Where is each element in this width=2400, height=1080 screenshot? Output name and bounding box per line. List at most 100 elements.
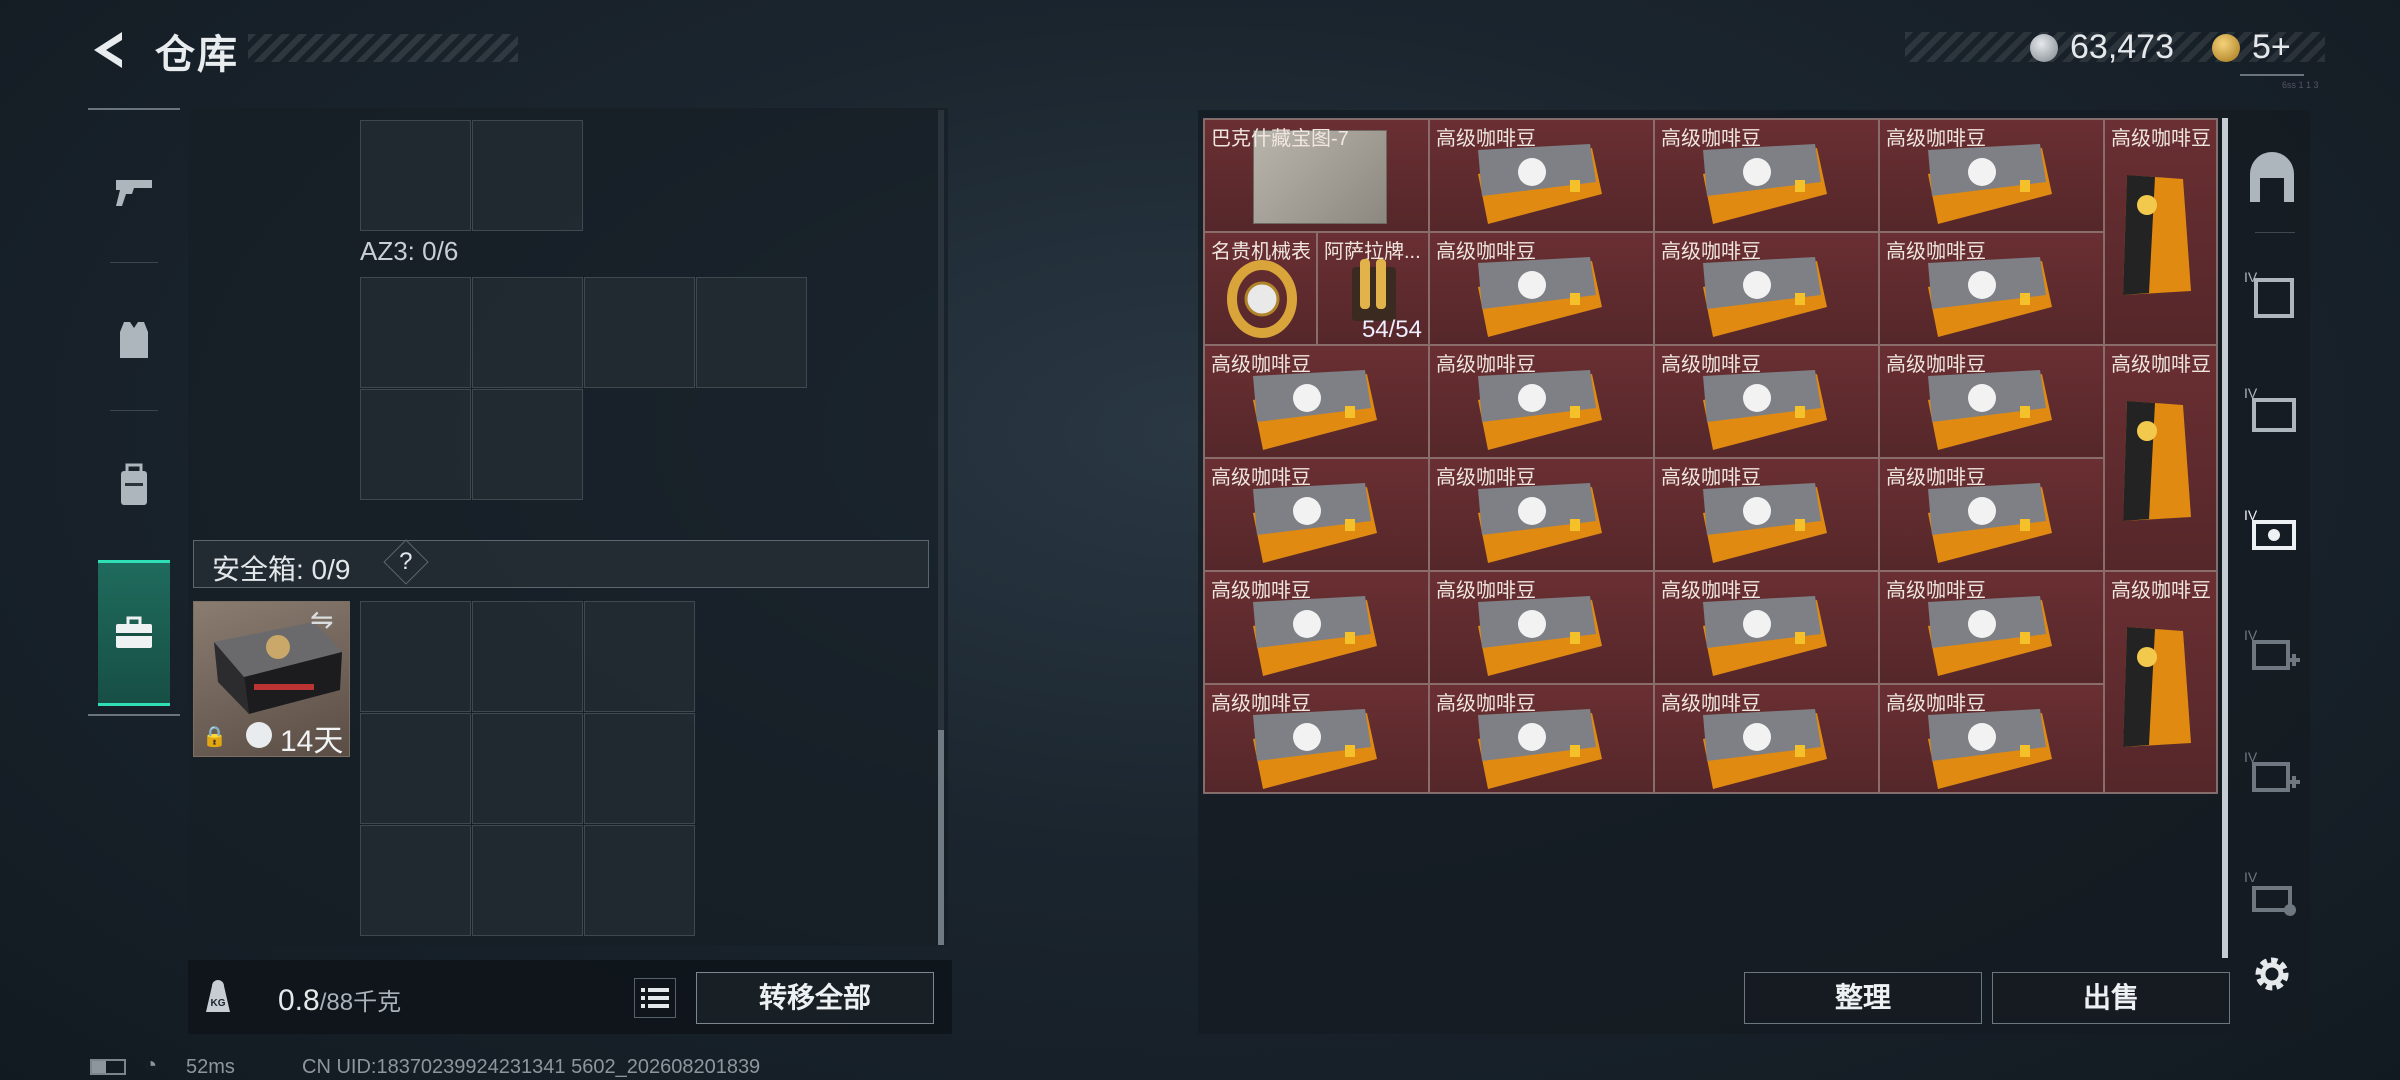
rig-slot[interactable] <box>584 277 695 388</box>
coffee-bag-icon <box>1703 596 1827 676</box>
swap-icon[interactable]: ⇋ <box>310 603 333 636</box>
storage-locked-icon[interactable]: IV <box>2240 862 2304 926</box>
tab-secure-case[interactable] <box>98 560 170 706</box>
backpack-icon <box>121 463 147 505</box>
item-label: 高级咖啡豆 <box>2111 128 2211 150</box>
rig-slot[interactable] <box>360 389 471 500</box>
coffee-bag-icon <box>1928 483 2052 563</box>
rig-slot[interactable] <box>696 277 807 388</box>
item-coffee-beans[interactable]: 高级咖啡豆 <box>1654 232 1879 345</box>
item-coffee-beans-tall[interactable]: 高级咖啡豆 <box>2104 571 2217 793</box>
back-arrow-icon[interactable] <box>88 28 132 72</box>
item-coffee-beans[interactable]: 高级咖啡豆 <box>1429 571 1654 684</box>
watch-icon <box>1227 260 1297 338</box>
storage-slot[interactable] <box>472 120 583 231</box>
item-coffee-beans[interactable]: 高级咖啡豆 <box>1654 119 1879 232</box>
equipment-scroll-thumb[interactable] <box>938 730 944 945</box>
coffee-bag-icon <box>1478 596 1602 676</box>
coffee-bag-icon <box>1928 257 2052 337</box>
transfer-all-button[interactable]: 转移全部 <box>696 972 934 1024</box>
coffee-bag-icon <box>1928 709 2052 789</box>
item-coffee-beans[interactable]: 高级咖啡豆 <box>1204 345 1429 458</box>
coffee-bag-icon <box>1478 483 1602 563</box>
rig-slot[interactable] <box>472 277 583 388</box>
warehouse-scrollbar[interactable] <box>2222 118 2228 958</box>
safe-box-slot[interactable] <box>584 825 695 936</box>
item-coffee-beans[interactable]: 高级咖啡豆 <box>1204 684 1429 793</box>
item-coffee-beans-tall[interactable]: 高级咖啡豆 <box>2104 345 2217 571</box>
item-ammo[interactable]: 阿萨拉牌... 54/54 <box>1317 232 1429 345</box>
safe-box-slot[interactable] <box>584 713 695 824</box>
item-coffee-beans[interactable]: 高级咖啡豆 <box>1429 232 1654 345</box>
item-coffee-beans-tall[interactable]: 高级咖啡豆 <box>2104 119 2217 345</box>
item-coffee-beans[interactable]: 高级咖啡豆 <box>1879 571 2104 684</box>
coffee-bag-icon <box>1928 370 2052 450</box>
item-coffee-beans[interactable]: 高级咖啡豆 <box>1429 458 1654 571</box>
ammo-count: 54/54 <box>1361 316 1422 343</box>
storage-slot[interactable] <box>360 120 471 231</box>
add-storage-icon[interactable]: IV <box>2240 620 2304 684</box>
svg-text:KG: KG <box>211 998 226 1009</box>
item-coffee-beans[interactable]: 高级咖啡豆 <box>1204 571 1429 684</box>
network-ping: 52ms <box>186 1056 235 1078</box>
sort-button[interactable]: 整理 <box>1744 972 1982 1024</box>
coffee-bag-icon <box>1928 144 2052 224</box>
item-label: 高级咖啡豆 <box>2111 580 2211 602</box>
warehouse-home-icon[interactable] <box>2240 148 2304 212</box>
help-icon: ? <box>399 547 413 575</box>
page-title: 仓库 <box>155 33 239 77</box>
coffee-bag-icon <box>2123 175 2191 295</box>
coffee-bag-icon <box>1703 257 1827 337</box>
item-coffee-beans[interactable]: 高级咖啡豆 <box>1879 345 2104 458</box>
item-coffee-beans[interactable]: 高级咖啡豆 <box>1429 119 1654 232</box>
storage-expansion-icon-active[interactable]: IV <box>2240 500 2304 564</box>
silver-coin-icon <box>2030 34 2058 62</box>
list-icon <box>641 988 669 1008</box>
item-luxury-watch[interactable]: 名贵机械表 <box>1204 232 1317 345</box>
item-coffee-beans[interactable]: 高级咖啡豆 <box>1204 458 1429 571</box>
item-coffee-beans[interactable]: 高级咖啡豆 <box>1879 684 2104 793</box>
tab-weapons[interactable] <box>88 130 180 250</box>
item-coffee-beans[interactable]: 高级咖啡豆 <box>1429 684 1654 793</box>
safe-box-remaining-days: 14天 <box>280 725 344 758</box>
warehouse-grid: 巴克什藏宝图-7 高级咖啡豆 高级咖啡豆 高级咖啡豆 高级咖啡豆 名贵机械表 阿… <box>1203 118 2218 794</box>
coffee-bag-icon <box>1253 370 1377 450</box>
safe-box-slot[interactable] <box>360 825 471 936</box>
safe-box-slot[interactable] <box>472 601 583 712</box>
safe-box-slot[interactable] <box>360 713 471 824</box>
vest-icon <box>120 322 148 358</box>
safe-box-slot[interactable] <box>472 713 583 824</box>
coffee-bag-icon <box>1703 370 1827 450</box>
carry-weight-current: 0.8 <box>278 984 320 1017</box>
item-label: 巴克什藏宝图-7 <box>1211 128 1349 150</box>
coffee-bag-icon <box>1253 483 1377 563</box>
list-view-button[interactable] <box>634 978 676 1018</box>
item-coffee-beans[interactable]: 高级咖啡豆 <box>1879 458 2104 571</box>
item-coffee-beans[interactable]: 高级咖啡豆 <box>1429 345 1654 458</box>
tab-armor[interactable] <box>88 280 180 400</box>
sell-button[interactable]: 出售 <box>1992 972 2230 1024</box>
storage-expansion-icon[interactable]: IV <box>2240 378 2304 442</box>
item-label: 高级咖啡豆 <box>2111 354 2211 376</box>
coffee-bag-icon <box>1253 596 1377 676</box>
item-coffee-beans[interactable]: 高级咖啡豆 <box>1879 119 2104 232</box>
item-coffee-beans[interactable]: 高级咖啡豆 <box>1654 458 1879 571</box>
tab-backpack[interactable] <box>88 425 180 545</box>
safe-box-slot[interactable] <box>360 601 471 712</box>
storage-expansion-icon[interactable]: IV <box>2240 262 2304 326</box>
item-coffee-beans[interactable]: 高级咖啡豆 <box>1879 232 2104 345</box>
add-storage-icon[interactable]: IV <box>2240 742 2304 806</box>
item-coffee-beans[interactable]: 高级咖啡豆 <box>1654 345 1879 458</box>
item-coffee-beans[interactable]: 高级咖啡豆 <box>1654 684 1879 793</box>
rig-slot[interactable] <box>472 389 583 500</box>
gold-currency-value[interactable]: 5+ <box>2252 28 2291 67</box>
safe-box-slot[interactable] <box>584 601 695 712</box>
gear-icon[interactable] <box>2250 952 2294 996</box>
rig-slot[interactable] <box>360 277 471 388</box>
item-treasure-map[interactable]: 巴克什藏宝图-7 <box>1204 119 1429 232</box>
safe-box-slot[interactable] <box>472 825 583 936</box>
safe-box-capacity-label: 安全箱: 0/9 <box>212 554 351 585</box>
item-coffee-beans[interactable]: 高级咖啡豆 <box>1654 571 1879 684</box>
weight-kg-icon: KG <box>206 980 230 1012</box>
coffee-bag-icon <box>1478 144 1602 224</box>
